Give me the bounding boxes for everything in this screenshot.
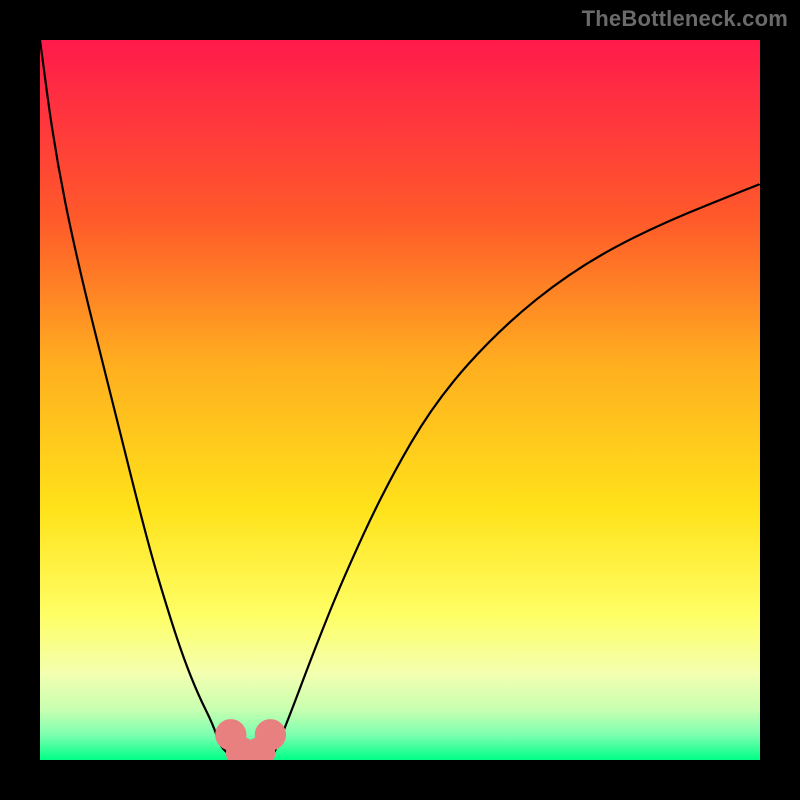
valley-marker-3 [255,719,286,750]
curve-layer [40,40,760,760]
bottleneck-curve [40,40,760,760]
watermark-text: TheBottleneck.com [582,6,788,32]
chart-frame: TheBottleneck.com [0,0,800,800]
plot-area [40,40,760,760]
